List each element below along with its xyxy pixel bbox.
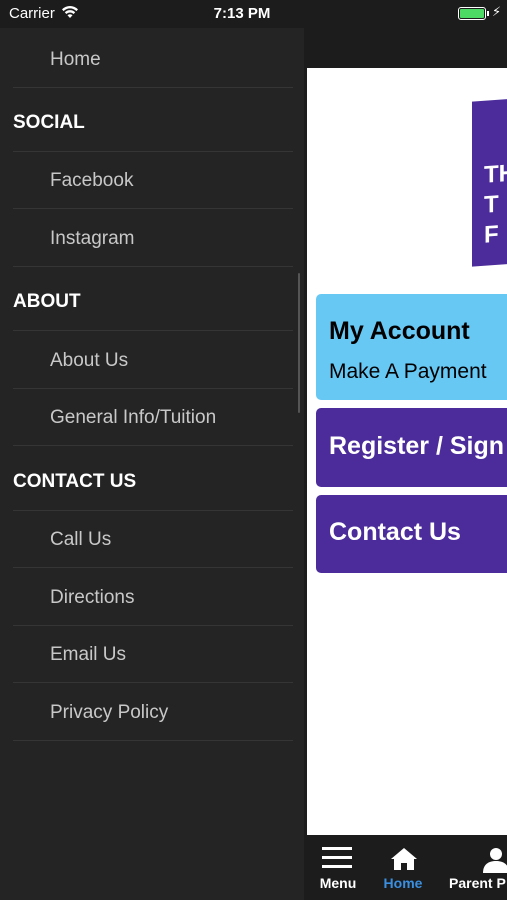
- drawer-section-contact: CONTACT US: [13, 453, 293, 511]
- drawer-item-label: About Us: [50, 350, 129, 371]
- card-subtitle: Make A Payment: [329, 360, 487, 383]
- drawer-item-label: Facebook: [50, 170, 134, 191]
- brand-logo: TH T F: [472, 98, 507, 267]
- drawer-item-facebook[interactable]: Facebook: [13, 152, 293, 209]
- drawer-item-home[interactable]: Home: [13, 31, 293, 88]
- drawer-scrollbar[interactable]: [298, 273, 300, 413]
- battery-icon: [458, 7, 486, 20]
- drawer-item-label: General Info/Tuition: [50, 407, 217, 428]
- hamburger-icon: [322, 847, 352, 869]
- section-label: CONTACT US: [13, 471, 137, 492]
- my-account-card[interactable]: My Account Make A Payment: [316, 294, 507, 400]
- card-title: My Account: [329, 317, 470, 345]
- tab-home[interactable]: Home: [380, 835, 426, 900]
- status-time: 7:13 PM: [213, 5, 271, 22]
- card-title: Contact Us: [329, 518, 461, 546]
- main-content: TH T F My Account Make A Payment Registe…: [304, 28, 507, 900]
- tab-label: Parent P: [449, 875, 506, 891]
- logo-text: TH T F: [484, 159, 507, 249]
- side-drawer: Home SOCIAL Facebook Instagram ABOUT Abo…: [0, 28, 304, 900]
- status-bar: Carrier 7:13 PM ⚡: [0, 0, 507, 28]
- drawer-item-general-info[interactable]: General Info/Tuition: [13, 389, 293, 446]
- drawer-item-privacy-policy[interactable]: Privacy Policy: [13, 684, 293, 741]
- drawer-item-label: Instagram: [50, 228, 135, 249]
- drawer-item-label: Email Us: [50, 644, 127, 665]
- tab-menu[interactable]: Menu: [316, 835, 360, 900]
- tab-parent-portal[interactable]: Parent P: [449, 835, 507, 900]
- charging-bolt-icon: ⚡: [492, 4, 502, 19]
- home-page: TH T F My Account Make A Payment Registe…: [307, 68, 507, 835]
- register-card[interactable]: Register / Sign: [316, 408, 507, 487]
- drawer-section-social: SOCIAL: [13, 94, 293, 152]
- battery-cap: [487, 11, 489, 16]
- drawer-item-about-us[interactable]: About Us: [13, 332, 293, 389]
- drawer-item-label: Home: [50, 49, 101, 70]
- section-label: SOCIAL: [13, 112, 85, 133]
- drawer-item-label: Directions: [50, 587, 135, 608]
- card-title: Register / Sign: [329, 432, 505, 460]
- person-icon: [481, 847, 507, 873]
- drawer-item-call-us[interactable]: Call Us: [13, 511, 293, 568]
- section-label: ABOUT: [13, 291, 81, 312]
- tab-label: Menu: [319, 875, 357, 891]
- contact-us-card[interactable]: Contact Us: [316, 495, 507, 573]
- drawer-item-email-us[interactable]: Email Us: [13, 626, 293, 683]
- home-icon: [390, 847, 418, 871]
- drawer-section-about: ABOUT: [13, 273, 293, 331]
- tab-label: Home: [383, 875, 423, 891]
- drawer-item-label: Privacy Policy: [50, 702, 169, 723]
- drawer-item-instagram[interactable]: Instagram: [13, 210, 293, 267]
- drawer-item-directions[interactable]: Directions: [13, 569, 293, 626]
- drawer-item-label: Call Us: [50, 529, 112, 550]
- tab-bar: Menu Home Parent P: [304, 835, 507, 900]
- nav-bar: [304, 28, 507, 68]
